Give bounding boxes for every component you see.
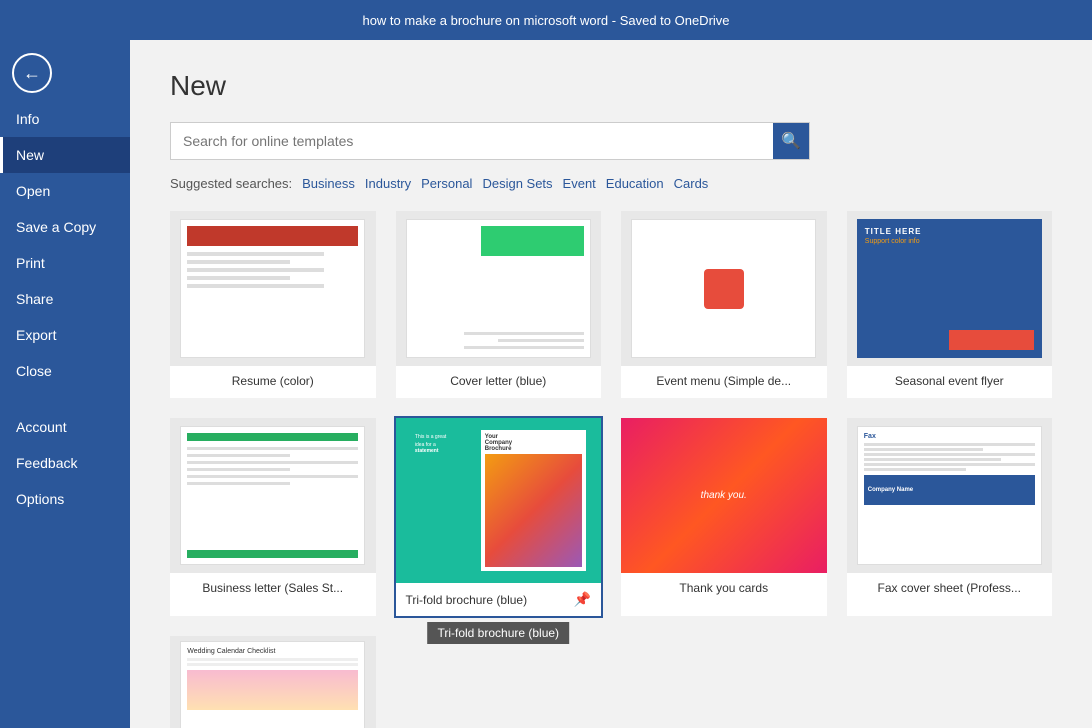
template-label: Resume (color) bbox=[170, 366, 376, 398]
suggested-label: Suggested searches: bbox=[170, 176, 292, 191]
template-thumbnail: TITLE HERE Support color info bbox=[847, 211, 1053, 366]
template-label: Seasonal event flyer bbox=[847, 366, 1053, 398]
back-icon: ← bbox=[23, 63, 41, 84]
template-thumbnail: This is a great idea for a statement You… bbox=[396, 418, 602, 583]
search-input[interactable] bbox=[171, 125, 773, 157]
sidebar-item-new[interactable]: New bbox=[0, 137, 130, 173]
template-resume-color[interactable]: Resume (color) bbox=[170, 211, 376, 398]
search-bar: 🔍 bbox=[170, 122, 810, 160]
sidebar-item-feedback[interactable]: Feedback bbox=[0, 445, 130, 481]
tag-design-sets[interactable]: Design Sets bbox=[482, 176, 552, 191]
tag-cards[interactable]: Cards bbox=[674, 176, 709, 191]
template-thumbnail: Fax Company Name bbox=[847, 418, 1053, 573]
sidebar-item-save-copy[interactable]: Save a Copy bbox=[0, 209, 130, 245]
template-seasonal-flyer[interactable]: TITLE HERE Support color info Seasonal e… bbox=[847, 211, 1053, 398]
tag-industry[interactable]: Industry bbox=[365, 176, 411, 191]
template-thank-you-cards[interactable]: thank you. Thank you cards bbox=[621, 418, 827, 616]
sidebar-item-open[interactable]: Open bbox=[0, 173, 130, 209]
template-business-letter[interactable]: Business letter (Sales St... bbox=[170, 418, 376, 616]
template-fax-cover[interactable]: Fax Company Name Fax cover sheet (Profes… bbox=[847, 418, 1053, 616]
template-thumbnail bbox=[170, 418, 376, 573]
template-wedding-calendar[interactable]: Wedding Calendar Checklist bbox=[170, 636, 376, 728]
tag-event[interactable]: Event bbox=[563, 176, 596, 191]
template-label: Event menu (Simple de... bbox=[621, 366, 827, 398]
template-label: Business letter (Sales St... bbox=[170, 573, 376, 605]
search-button[interactable]: 🔍 bbox=[773, 123, 809, 159]
sidebar-item-share[interactable]: Share bbox=[0, 281, 130, 317]
suggested-searches: Suggested searches: Business Industry Pe… bbox=[170, 176, 1052, 191]
tag-business[interactable]: Business bbox=[302, 176, 355, 191]
page-title: New bbox=[170, 70, 1052, 102]
template-thumbnail bbox=[621, 211, 827, 366]
template-event-menu[interactable]: Event menu (Simple de... bbox=[621, 211, 827, 398]
templates-grid: Resume (color) Cover letter (blue) bbox=[170, 211, 1052, 728]
template-label: Thank you cards bbox=[621, 573, 827, 605]
template-trifold-brochure[interactable]: This is a great idea for a statement You… bbox=[396, 418, 602, 616]
pin-icon: 📌 bbox=[574, 591, 591, 608]
sidebar-item-export[interactable]: Export bbox=[0, 317, 130, 353]
sidebar-item-info[interactable]: Info bbox=[0, 101, 130, 137]
sidebar-item-close[interactable]: Close bbox=[0, 353, 130, 389]
main-content: New 🔍 Suggested searches: Business Indus… bbox=[130, 40, 1092, 728]
template-thumbnail bbox=[396, 211, 602, 366]
template-label: Cover letter (blue) bbox=[396, 366, 602, 398]
sidebar-divider bbox=[0, 389, 130, 409]
brochure-tooltip: Tri-fold brochure (blue) bbox=[427, 622, 569, 644]
search-icon: 🔍 bbox=[781, 131, 801, 151]
template-thumbnail: thank you. bbox=[621, 418, 827, 573]
title-bar: how to make a brochure on microsoft word… bbox=[0, 0, 1092, 40]
sidebar-item-options[interactable]: Options bbox=[0, 481, 130, 517]
template-thumbnail bbox=[170, 211, 376, 366]
sidebar-item-print[interactable]: Print bbox=[0, 245, 130, 281]
sidebar-item-account[interactable]: Account bbox=[0, 409, 130, 445]
tag-education[interactable]: Education bbox=[606, 176, 664, 191]
tag-personal[interactable]: Personal bbox=[421, 176, 472, 191]
template-thumbnail: Wedding Calendar Checklist bbox=[170, 636, 376, 728]
template-cover-letter-blue[interactable]: Cover letter (blue) bbox=[396, 211, 602, 398]
template-label: Fax cover sheet (Profess... bbox=[847, 573, 1053, 605]
template-label: Tri-fold brochure (blue) 📌 bbox=[396, 583, 602, 616]
back-button[interactable]: ← bbox=[12, 53, 52, 93]
document-title: how to make a brochure on microsoft word… bbox=[362, 13, 729, 28]
sidebar: ← Info New Open Save a Copy Print Share … bbox=[0, 40, 130, 728]
